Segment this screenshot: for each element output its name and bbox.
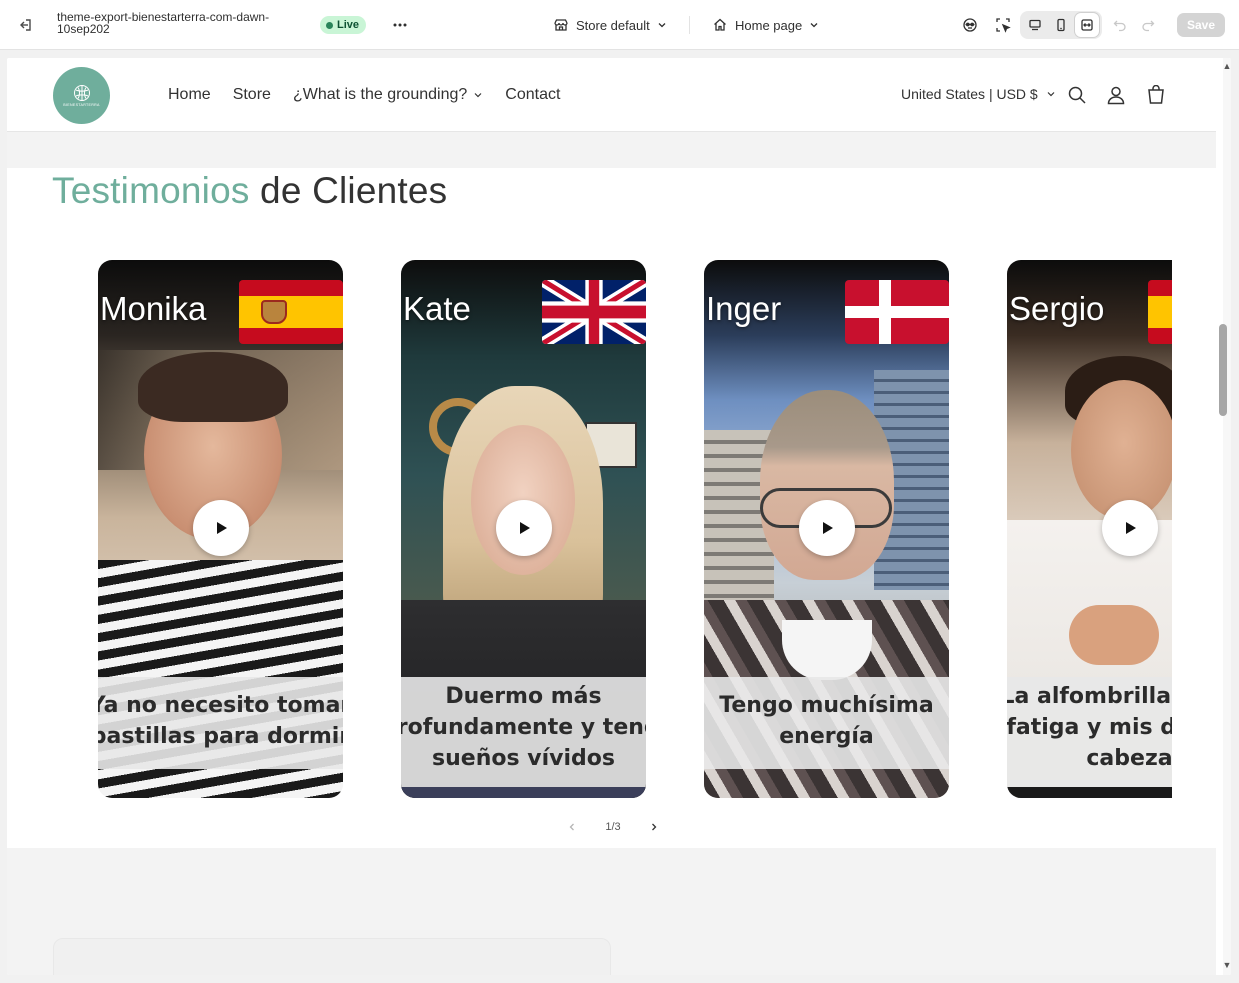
testimonial-card[interactable]: Inger Tengo muchísima energía (704, 260, 949, 798)
chevron-down-icon (810, 23, 818, 28)
live-status-badge: Live (320, 16, 367, 34)
spain-flag-icon (1148, 280, 1172, 344)
testimonial-name: Monika (100, 290, 207, 327)
testimonial-caption-line: energía (779, 724, 874, 749)
locale-label: United States | USD $ (901, 86, 1038, 102)
testimonial-name: Sergio (1009, 290, 1105, 327)
nav-item-grounding[interactable]: ¿What is the grounding? (293, 85, 483, 105)
section-divider-band (7, 132, 1216, 168)
testimonial-card[interactable]: Sergio La alfombrilla redujo fatiga y mi… (1007, 260, 1172, 798)
testimonial-name: Inger (706, 290, 782, 327)
testimonial-slider: Monika Ya no necesito tomar pastillas pa… (98, 260, 1172, 800)
scroll-down-arrow-icon[interactable]: ▼ (1221, 960, 1231, 970)
testimonial-caption-line: Ya no necesito tomar (98, 693, 343, 718)
ai-assistant-icon[interactable] (958, 13, 982, 37)
testimonial-card[interactable]: Monika Ya no necesito tomar pastillas pa… (98, 260, 343, 798)
play-icon (217, 522, 227, 534)
previous-slide-button[interactable] (563, 818, 581, 836)
store-selector[interactable]: Store default (553, 14, 667, 36)
testimonial-caption-line: Duermo más (445, 684, 602, 709)
save-button[interactable]: Save (1177, 13, 1225, 37)
redo-icon[interactable] (1136, 13, 1160, 37)
more-icon[interactable] (388, 14, 412, 36)
scroll-up-arrow-icon[interactable]: ▲ (1221, 61, 1231, 71)
chevron-down-icon (474, 93, 482, 98)
testimonial-caption-line: profundamente y tengo (401, 715, 646, 740)
editor-top-bar: theme-export-bienestarterra-com-dawn-10s… (0, 0, 1239, 50)
next-slide-button[interactable] (645, 818, 663, 836)
nav-item-home[interactable]: Home (168, 85, 211, 105)
nav-label: ¿What is the grounding? (292, 86, 468, 103)
slide-counter: 1/3 (605, 821, 621, 833)
account-icon[interactable] (1104, 83, 1128, 107)
section-title: Testimonios de Clientes (52, 170, 447, 212)
nav-item-store[interactable]: Store (233, 85, 271, 105)
chevron-down-icon (1047, 92, 1055, 97)
chevron-right-icon (652, 823, 657, 831)
preview-scrollbar[interactable] (1223, 58, 1231, 975)
page-selector-label: Home page (735, 17, 803, 33)
testimonial-caption-line: La alfombrilla redujo (1007, 684, 1172, 709)
main-nav: Home Store ¿What is the grounding? Conta… (168, 85, 582, 105)
section-title-accent: Testimonios (52, 170, 250, 211)
nav-label: Contact (505, 86, 561, 103)
testimonial-name: Kate (403, 290, 471, 327)
play-button[interactable] (193, 500, 249, 556)
inspector-icon[interactable] (991, 13, 1015, 37)
nav-label: Store (232, 86, 271, 103)
store-header: BIENESTARTERRA Home Store ¿What is the g… (7, 58, 1216, 132)
nav-label: Home (168, 86, 211, 103)
play-button[interactable] (1102, 500, 1158, 556)
denmark-flag-icon (845, 280, 949, 344)
chevron-left-icon (569, 823, 574, 831)
next-section-card-inner (59, 944, 607, 975)
store-preview-frame: BIENESTARTERRA Home Store ¿What is the g… (7, 58, 1231, 975)
play-button[interactable] (799, 500, 855, 556)
play-icon (823, 522, 833, 534)
section-title-rest: de Clientes (249, 170, 448, 211)
live-dot-icon (326, 21, 333, 29)
nav-item-contact[interactable]: Contact (505, 85, 560, 105)
testimonial-caption-line: fatiga y mis dolores (1007, 715, 1172, 740)
undo-icon[interactable] (1108, 13, 1132, 37)
store-logo[interactable]: BIENESTARTERRA (53, 67, 110, 124)
divider (689, 16, 690, 34)
theme-name: theme-export-bienestarterra-com-dawn-10s… (57, 10, 270, 36)
play-icon (1126, 522, 1136, 534)
search-icon[interactable] (1065, 83, 1089, 107)
testimonial-caption-line: pastillas para dormir (98, 724, 343, 749)
cart-icon[interactable] (1144, 83, 1168, 107)
scrollbar-thumb[interactable] (1219, 324, 1227, 416)
slider-pagination: 1/3 (563, 818, 663, 836)
spain-flag-icon (239, 280, 343, 344)
home-icon (714, 18, 726, 31)
logo-mark-icon (73, 85, 90, 101)
desktop-view-icon[interactable] (1023, 13, 1047, 37)
testimonial-caption-line: cabeza (1086, 746, 1172, 771)
page-selector[interactable]: Home page (712, 14, 819, 36)
mobile-view-icon[interactable] (1049, 13, 1073, 37)
next-section-card (53, 938, 611, 975)
testimonial-card[interactable]: Kate Duermo más profundamente y tengo su… (401, 260, 646, 798)
testimonial-caption-line: sueños vívidos (432, 746, 615, 771)
play-icon (520, 522, 530, 534)
video-thumbnail (1071, 380, 1172, 520)
locale-selector[interactable]: United States | USD $ (901, 85, 1056, 103)
testimonial-caption-line: Tengo muchísima (719, 693, 934, 718)
play-button[interactable] (496, 500, 552, 556)
logo-text: BIENESTARTERRA (63, 103, 100, 107)
united-kingdom-flag-icon (542, 280, 646, 344)
exit-icon[interactable] (14, 14, 36, 36)
store-selector-label: Store default (576, 17, 650, 33)
fullwidth-view-icon[interactable] (1075, 13, 1099, 37)
view-mode-switcher (1020, 11, 1102, 39)
chevron-down-icon (658, 23, 666, 28)
live-status-label: Live (337, 19, 360, 31)
store-icon (554, 19, 568, 31)
video-thumbnail (138, 352, 288, 422)
